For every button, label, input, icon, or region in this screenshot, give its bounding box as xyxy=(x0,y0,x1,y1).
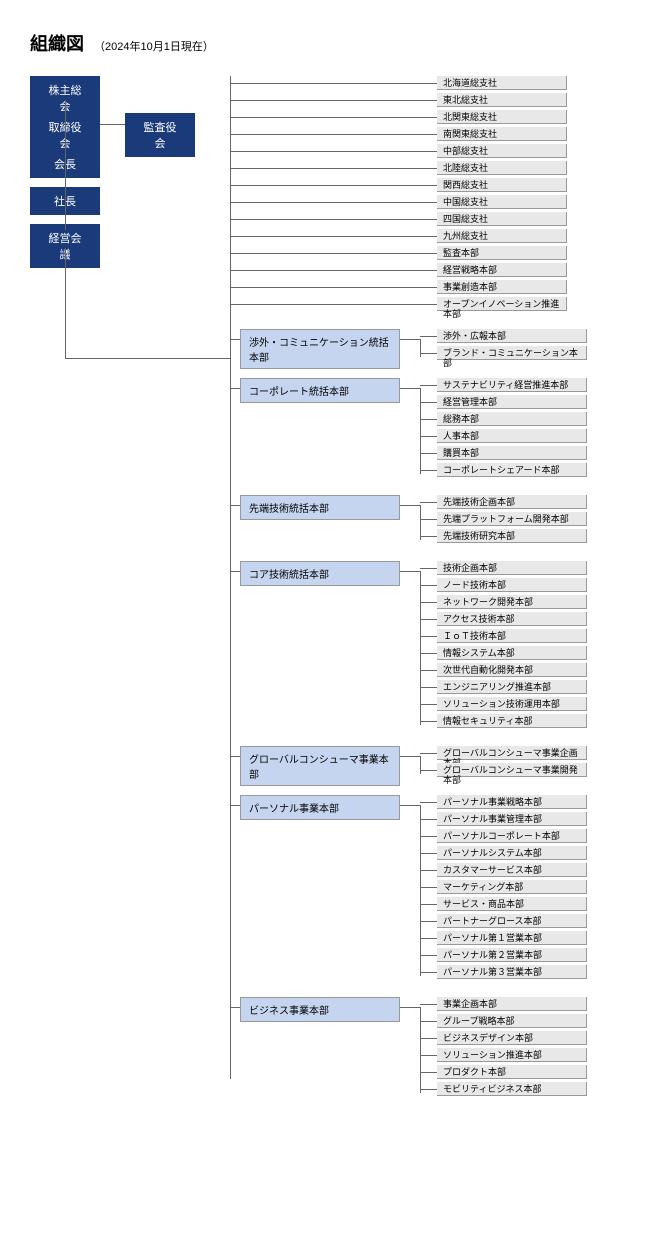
branch-6: 関西総支社 xyxy=(437,178,567,192)
hq6-2: パーソナルコーポレート本部 xyxy=(437,829,587,843)
branch-2: 北関東総支社 xyxy=(437,110,567,124)
hq3: 先端技術統括本部 xyxy=(240,495,400,520)
hq1: 渉外・コミュニケーション統括本部 xyxy=(240,329,400,369)
hq6-5: マーケティング本部 xyxy=(437,880,587,894)
hq3-2: 先端技術研究本部 xyxy=(437,529,587,543)
branch-12: 事業創造本部 xyxy=(437,280,567,294)
hq2: コーポレート統括本部 xyxy=(240,378,400,403)
hq3-0: 先端技術企画本部 xyxy=(437,495,587,509)
hq7-3: ソリューション推進本部 xyxy=(437,1048,587,1062)
branch-8: 四国総支社 xyxy=(437,212,567,226)
hq4-4: ＩｏＴ技術本部 xyxy=(437,629,587,643)
branch-0: 北海道総支社 xyxy=(437,76,567,90)
hq6-3: パーソナルシステム本部 xyxy=(437,846,587,860)
hq4-3: アクセス技術本部 xyxy=(437,612,587,626)
hq7-5: モビリティビジネス本部 xyxy=(437,1082,587,1096)
branch-4: 中部総支社 xyxy=(437,144,567,158)
hq4-7: エンジニアリング推進本部 xyxy=(437,680,587,694)
branch-10: 監査本部 xyxy=(437,246,567,260)
hq7-0: 事業企画本部 xyxy=(437,997,587,1011)
hq1-0: 渉外・広報本部 xyxy=(437,329,587,343)
hq4-6: 次世代自動化開発本部 xyxy=(437,663,587,677)
hq4-1: ノード技術本部 xyxy=(437,578,587,592)
page-title: 組織図 xyxy=(30,30,84,56)
hq2-4: 購買本部 xyxy=(437,446,587,460)
hq5-1: グローバルコンシューマ事業開発本部 xyxy=(437,763,587,777)
hq2-0: サステナビリティ経営推進本部 xyxy=(437,378,587,392)
hq6-6: サービス・商品本部 xyxy=(437,897,587,911)
hq4-8: ソリューション技術運用本部 xyxy=(437,697,587,711)
hq7-2: ビジネスデザイン本部 xyxy=(437,1031,587,1045)
branch-7: 中国総支社 xyxy=(437,195,567,209)
hq2-1: 経営管理本部 xyxy=(437,395,587,409)
hq6-0: パーソナル事業戦略本部 xyxy=(437,795,587,809)
board-of-auditors: 監査役会 xyxy=(125,113,195,157)
branch-11: 経営戦略本部 xyxy=(437,263,567,277)
hq6-7: パートナーグロース本部 xyxy=(437,914,587,928)
hq2-5: コーポレートシェアード本部 xyxy=(437,463,587,477)
hq6: パーソナル事業本部 xyxy=(240,795,400,820)
hq4-5: 情報システム本部 xyxy=(437,646,587,660)
branch-3: 南関東総支社 xyxy=(437,127,567,141)
hq6-1: パーソナル事業管理本部 xyxy=(437,812,587,826)
hq4-0: 技術企画本部 xyxy=(437,561,587,575)
hq6-4: カスタマーサービス本部 xyxy=(437,863,587,877)
hq5-0: グローバルコンシューマ事業企画本部 xyxy=(437,746,587,760)
hq2-3: 人事本部 xyxy=(437,429,587,443)
hq7-4: プロダクト本部 xyxy=(437,1065,587,1079)
org-chart: 株主総会取締役会監査役会会長社長経営会議北海道総支社東北総支社北関東総支社南関東… xyxy=(30,76,630,1226)
hq3-1: 先端プラットフォーム開発本部 xyxy=(437,512,587,526)
hq4-2: ネットワーク開発本部 xyxy=(437,595,587,609)
hq6-9: パーソナル第２営業本部 xyxy=(437,948,587,962)
hq4-9: 情報セキュリティ本部 xyxy=(437,714,587,728)
hq5: グローバルコンシューマ事業本部 xyxy=(240,746,400,786)
hq7: ビジネス事業本部 xyxy=(240,997,400,1022)
hq7-1: グループ戦略本部 xyxy=(437,1014,587,1028)
branch-5: 北陸総支社 xyxy=(437,161,567,175)
branch-13: オープンイノベーション推進本部 xyxy=(437,297,567,311)
hq4: コア技術統括本部 xyxy=(240,561,400,586)
hq1-1: ブランド・コミュニケーション本部 xyxy=(437,346,587,360)
branch-9: 九州総支社 xyxy=(437,229,567,243)
branch-1: 東北総支社 xyxy=(437,93,567,107)
hq2-2: 総務本部 xyxy=(437,412,587,426)
as-of-date: （2024年10月1日現在） xyxy=(94,38,214,54)
hq6-8: パーソナル第１営業本部 xyxy=(437,931,587,945)
hq6-10: パーソナル第３営業本部 xyxy=(437,965,587,979)
